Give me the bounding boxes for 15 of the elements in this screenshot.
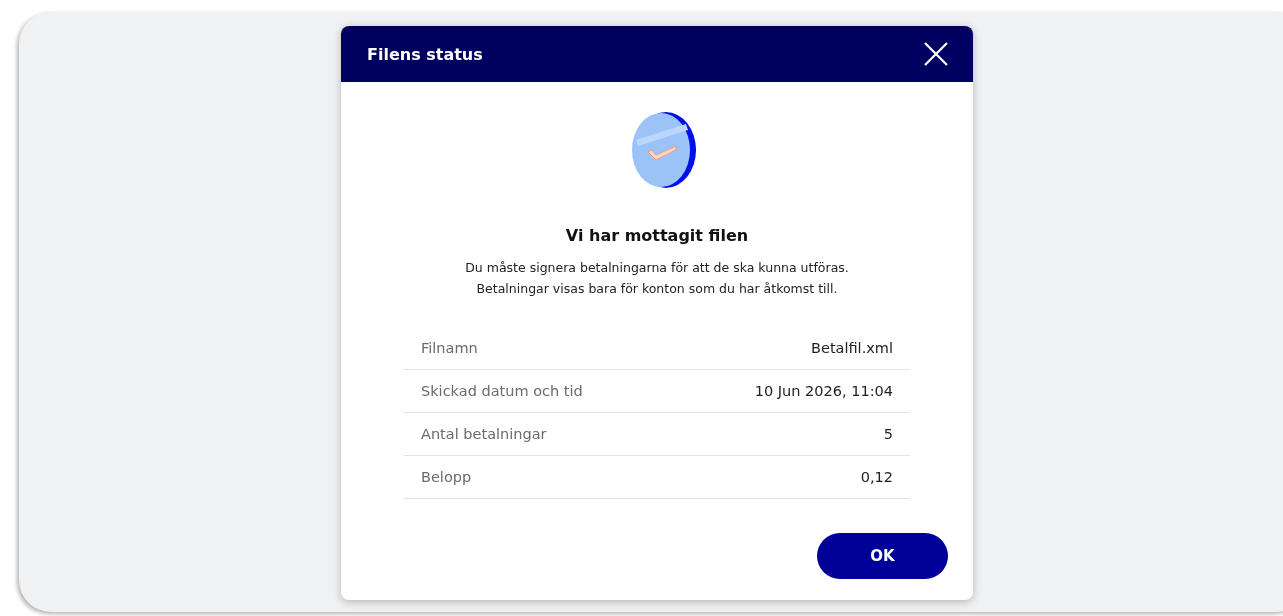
ok-button[interactable]: OK [817, 533, 948, 579]
close-icon [923, 41, 949, 67]
detail-value: 10 Jun 2026, 11:04 [754, 383, 893, 399]
detail-value: 5 [883, 426, 893, 442]
detail-label: Filnamn [421, 340, 478, 356]
detail-value: Betalfil.xml [811, 340, 893, 356]
detail-label: Antal betalningar [421, 426, 547, 442]
close-button[interactable] [923, 41, 949, 67]
detail-label: Skickad datum och tid [421, 383, 583, 399]
status-heading: Vi har mottagit filen [565, 226, 749, 245]
detail-label: Belopp [421, 469, 472, 485]
dialog-title: Filens status [367, 44, 483, 64]
message-text: Du måste signera betalningarna för att de ska kunna utföras. [465, 259, 849, 277]
detail-value: 0,12 [860, 469, 893, 485]
message-text: Betalningar visas bara för konton som du har åtkomst till. [475, 280, 839, 298]
